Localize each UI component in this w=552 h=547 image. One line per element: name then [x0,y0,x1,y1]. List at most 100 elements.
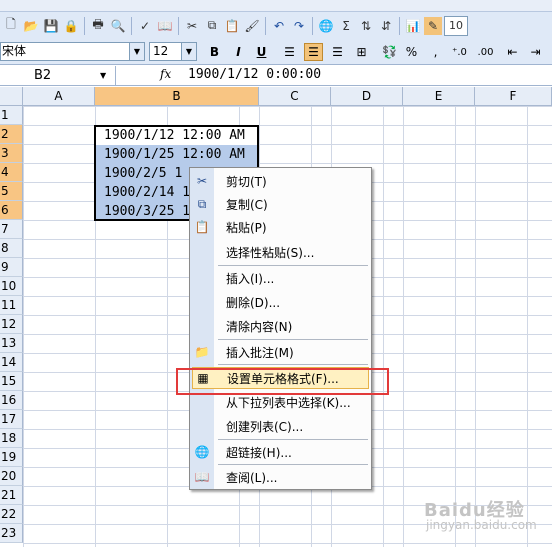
hyperlink-icon[interactable]: 🌐 [317,17,335,35]
cell-b3[interactable]: 1900/1/25 12:00 AM [104,147,245,162]
menu-item-cut[interactable]: ✂ 剪切(T) [190,170,371,192]
menu-item-copy[interactable]: ⧉ 复制(C) [190,193,371,215]
row-header[interactable]: 8 [0,239,23,258]
italic-button[interactable]: I [229,43,248,61]
formula-input[interactable]: 1900/1/12 0:00:00 [188,67,321,82]
research-icon[interactable]: 📖 [156,17,174,35]
row-header[interactable]: 16 [0,391,23,410]
menu-item-label: 选择性粘贴(S)... [226,245,315,260]
column-header[interactable]: F [475,87,552,106]
save-icon[interactable]: 💾 [42,17,60,35]
print-icon[interactable]: 🖶 [89,17,107,35]
row-header[interactable]: 12 [0,315,23,334]
comma-button[interactable]: , [426,43,445,61]
row-header[interactable]: 5 [0,182,23,201]
name-box-value: B2 [34,68,52,83]
row-header[interactable]: 9 [0,258,23,277]
chevron-down-icon[interactable]: ▼ [100,66,106,85]
row-header[interactable]: 13 [0,334,23,353]
menu-item-label: 删除(D)... [226,295,281,310]
row-header[interactable]: 23 [0,524,23,543]
row-header[interactable]: 17 [0,410,23,429]
menu-separator [218,364,368,365]
chevron-down-icon[interactable]: ▼ [129,43,144,60]
menu-item-paste[interactable]: 📋 粘贴(P) [190,216,371,238]
align-right-icon[interactable]: ☰ [328,43,347,61]
formula-bar: B2 ▼ fx 1900/1/12 0:00:00 [0,64,552,86]
column-header[interactable]: B [95,87,259,106]
row-header[interactable]: 18 [0,429,23,448]
redo-icon[interactable]: ↷ [290,17,308,35]
row-header[interactable]: 3 [0,144,23,163]
menu-item-clear-contents[interactable]: 清除内容(N) [190,315,371,337]
select-all-corner[interactable] [0,87,23,106]
open-icon[interactable]: 📂 [22,17,40,35]
align-center-icon[interactable]: ☰ [304,43,323,61]
decrease-indent-icon[interactable]: ⇤ [503,43,522,61]
column-header[interactable]: E [403,87,475,106]
underline-button[interactable]: U [252,43,271,61]
row-header[interactable]: 19 [0,448,23,467]
format-painter-icon[interactable]: 🖌 [243,17,261,35]
currency-icon[interactable]: 💱 [380,43,399,61]
percent-button[interactable]: % [402,43,421,61]
menu-item-delete[interactable]: 删除(D)... [190,291,371,313]
hyperlink-icon: 🌐 [194,445,210,459]
row-header[interactable]: 15 [0,372,23,391]
cell-b2[interactable]: 1900/1/12 12:00 AM [104,128,245,143]
font-name-select[interactable]: 宋体 ▼ [0,42,145,61]
row-header[interactable]: 7 [0,220,23,239]
zoom-box[interactable]: 10 [444,15,468,36]
row-header[interactable]: 20 [0,467,23,486]
menu-item-label: 粘贴(P) [226,220,267,235]
menu-item-lookup[interactable]: 📖 查阅(L)... [190,466,371,488]
new-icon[interactable]: 🗋 [2,17,20,35]
permission-icon[interactable]: 🔒 [62,17,80,35]
chart-wizard-icon[interactable]: 📊 [404,17,422,35]
font-size-select[interactable]: 12 ▼ [149,42,197,61]
row-header[interactable]: 22 [0,505,23,524]
watermark-url: jingyan.baidu.com [426,518,537,532]
cell-b4[interactable]: 1900/2/5 1 [104,166,182,181]
comment-icon: 📁 [194,345,210,359]
menu-item-insert[interactable]: 插入(I)... [190,267,371,289]
cut-icon[interactable]: ✂ [183,17,201,35]
bold-button[interactable]: B [205,43,224,61]
cell-b6[interactable]: 1900/3/25 1 [104,204,190,219]
undo-icon[interactable]: ↶ [270,17,288,35]
sort-ascending-icon[interactable]: ⇅ [357,17,375,35]
menu-item-create-list[interactable]: 创建列表(C)... [190,415,371,437]
row-header[interactable]: 10 [0,277,23,296]
column-header[interactable]: C [259,87,331,106]
chevron-down-icon[interactable]: ▼ [181,43,196,60]
column-header[interactable]: A [23,87,95,106]
menu-separator [218,439,368,440]
name-box[interactable]: B2 ▼ [0,66,116,85]
row-header[interactable]: 6 [0,201,23,220]
menu-item-hyperlink[interactable]: 🌐 超链接(H)... [190,441,371,463]
row-header[interactable]: 11 [0,296,23,315]
spelling-icon[interactable]: ✓ [136,17,154,35]
row-header[interactable]: 21 [0,486,23,505]
print-preview-icon[interactable]: 🔍 [109,17,127,35]
decrease-decimal-button[interactable]: .00 [476,43,495,61]
sort-descending-icon[interactable]: ⇵ [377,17,395,35]
cell-b5[interactable]: 1900/2/14 1 [104,185,190,200]
drawing-icon[interactable]: ✎ [424,16,442,35]
function-icon[interactable]: fx [160,67,171,81]
row-header[interactable]: 4 [0,163,23,182]
copy-icon[interactable]: ⧉ [203,17,221,35]
paste-icon[interactable]: 📋 [223,17,241,35]
menu-item-paste-special[interactable]: 选择性粘贴(S)... [190,241,371,263]
row-header[interactable]: 2 [0,125,23,144]
column-header[interactable]: D [331,87,403,106]
row-header[interactable]: 1 [0,106,23,125]
merge-center-icon[interactable]: ⊞ [352,43,371,61]
increase-indent-icon[interactable]: ⇥ [526,43,545,61]
align-left-icon[interactable]: ☰ [280,43,299,61]
menu-item-insert-comment[interactable]: 📁 插入批注(M) [190,341,371,363]
row-header[interactable]: 14 [0,353,23,372]
autosum-icon[interactable]: Σ [337,17,355,35]
toolbar-separator [312,16,313,35]
increase-decimal-button[interactable]: ⁺.0 [450,43,469,61]
